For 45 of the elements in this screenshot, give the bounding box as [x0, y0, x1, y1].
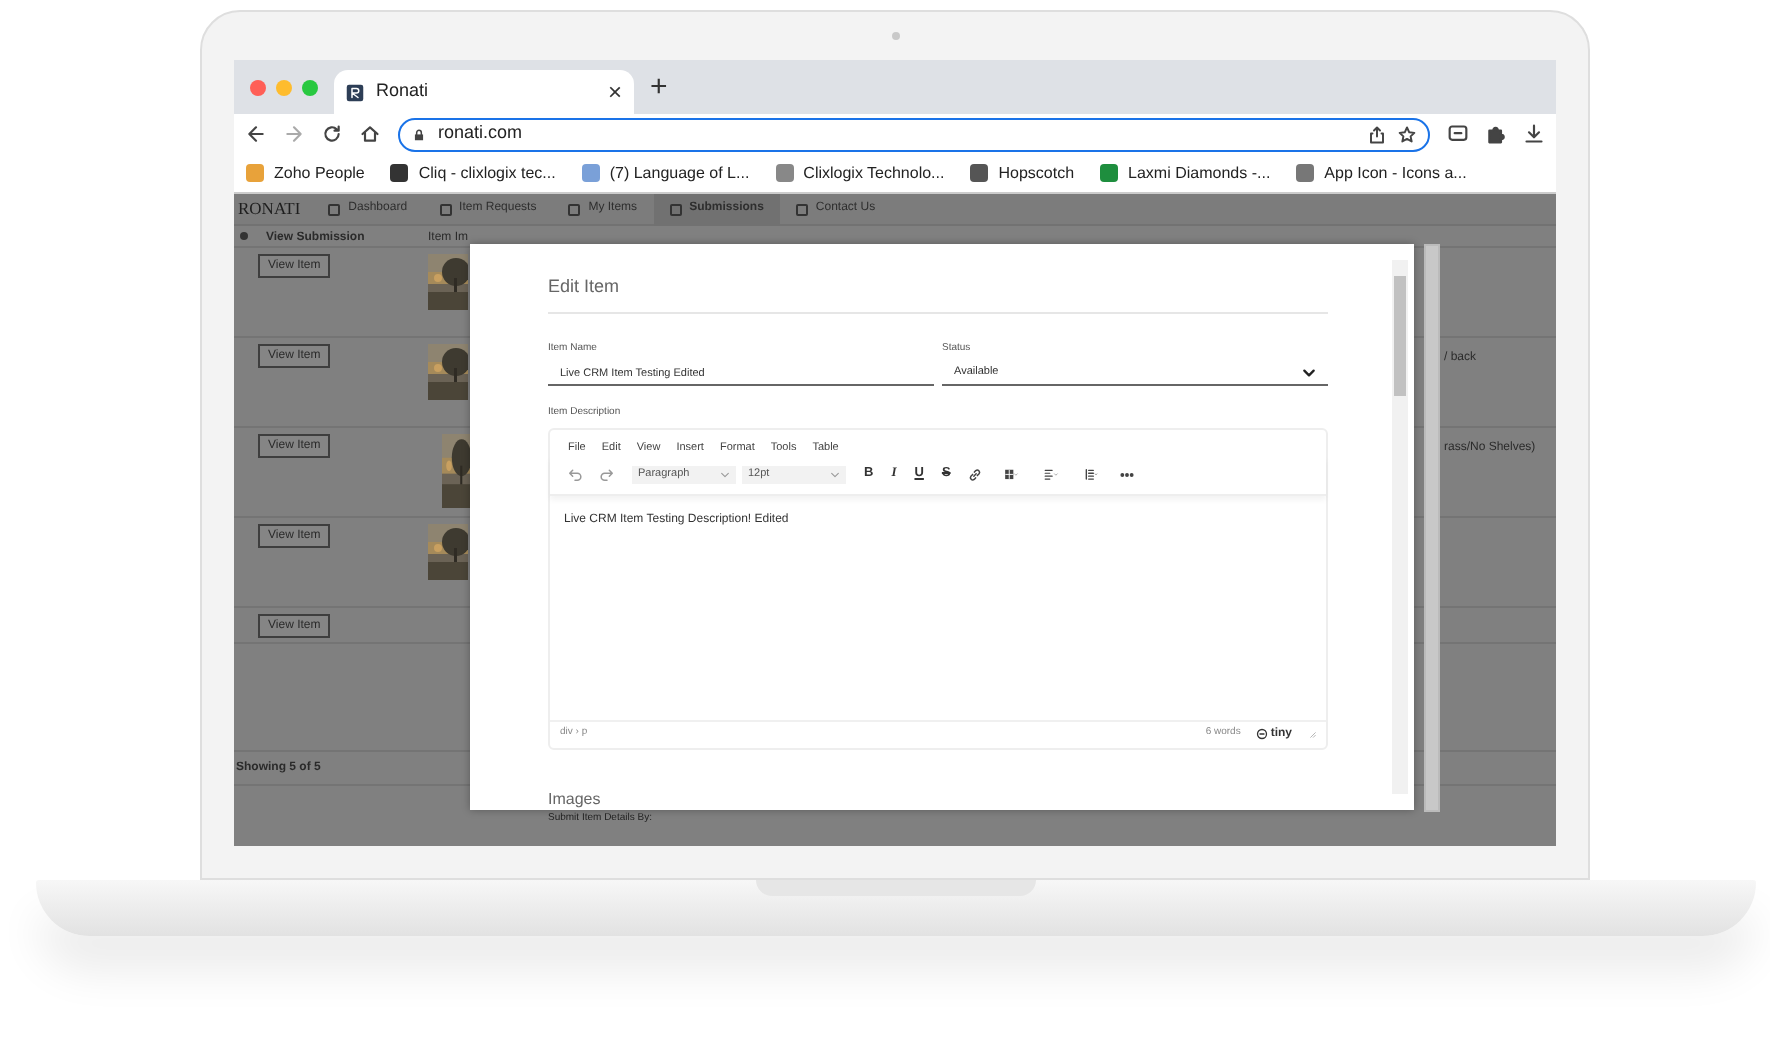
home-icon[interactable] [360, 124, 380, 144]
tab-title: Ronati [376, 78, 431, 105]
reload-icon[interactable] [322, 124, 342, 144]
bookmark-link[interactable]: Hopscotch [970, 161, 1075, 185]
chevron-down-icon [830, 469, 840, 480]
bookmark-link[interactable]: Laxmi Diamonds -... [1100, 161, 1271, 185]
link-icon[interactable] [968, 467, 983, 482]
app-logo: RONATI [236, 196, 303, 222]
chat-icon[interactable] [1448, 124, 1468, 144]
browser-tab[interactable]: Ronati × [334, 70, 634, 114]
nav-icon [328, 203, 341, 215]
redo-icon[interactable] [600, 467, 614, 482]
download-icon[interactable] [1524, 124, 1544, 144]
new-tab-button[interactable]: + [650, 72, 668, 102]
bookmark-link[interactable]: App Icon - Icons a... [1296, 161, 1467, 185]
modal-title: Edit Item [548, 274, 1328, 313]
table-icon[interactable] [1000, 467, 1023, 482]
nav-icon [669, 203, 682, 215]
bookmark-link[interactable]: Cliq - clixlogix tec... [390, 161, 556, 185]
undo-icon[interactable] [568, 467, 582, 482]
nav-icon [795, 203, 808, 215]
eye-icon [238, 230, 250, 242]
chevron-down-icon [1302, 366, 1316, 380]
bookmark-link[interactable]: Clixlogix Technolo... [775, 161, 945, 185]
extensions-icon[interactable] [1486, 124, 1506, 144]
tab-close-button[interactable]: × [607, 80, 622, 104]
share-icon[interactable] [1368, 125, 1386, 143]
more-icon[interactable] [1120, 467, 1135, 482]
bookmark-link[interactable]: (7) Language of L... [581, 161, 750, 185]
bookmark-link[interactable]: Zoho People [246, 161, 365, 185]
address-bar[interactable]: ronati.com [398, 117, 1430, 151]
nav-icon [568, 203, 581, 215]
scrollbar[interactable] [1424, 244, 1440, 812]
section-heading: Images [548, 787, 603, 810]
site-logo-icon [346, 83, 364, 101]
resize-handle-icon[interactable] [1308, 730, 1316, 738]
align-left-icon[interactable] [1040, 467, 1063, 482]
lock-icon [412, 127, 426, 141]
back-icon[interactable] [246, 124, 266, 144]
nav-icon [439, 203, 452, 215]
scrollbar[interactable] [1392, 260, 1408, 794]
camera-icon [892, 32, 900, 40]
brand-logo-icon [1256, 728, 1269, 740]
chevron-down-icon [720, 469, 730, 480]
star-icon[interactable] [1398, 125, 1416, 143]
